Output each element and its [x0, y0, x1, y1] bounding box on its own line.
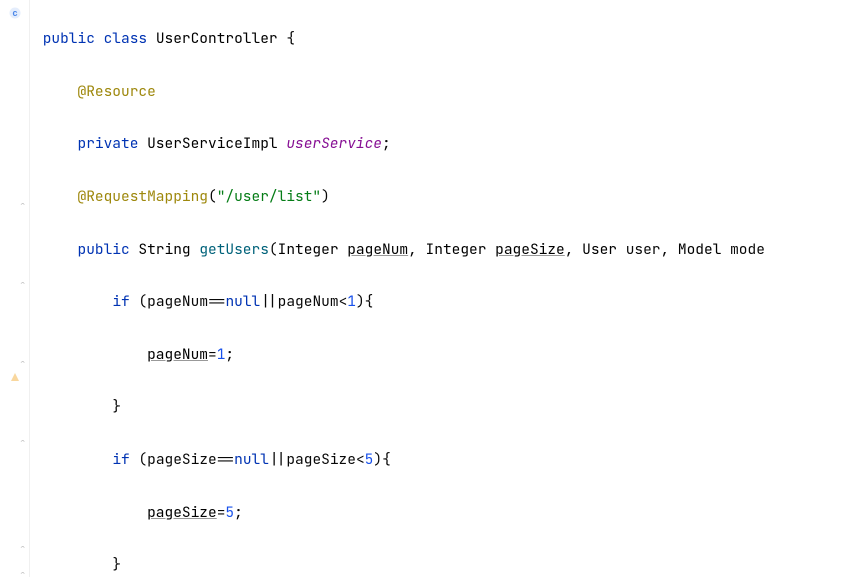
- fold-marker-icon[interactable]: ⌃: [20, 350, 28, 358]
- code-line[interactable]: public class UserController {: [34, 26, 860, 52]
- code-line[interactable]: if (pageSize==null||pageSize<5){: [34, 447, 860, 473]
- warning-icon[interactable]: [8, 370, 22, 384]
- code-line[interactable]: pageNum=1;: [34, 342, 860, 368]
- code-line[interactable]: pageSize=5;: [34, 500, 860, 526]
- class-icon: c: [8, 6, 22, 20]
- fold-marker-icon[interactable]: ⌃: [20, 535, 28, 543]
- editor-gutter[interactable]: c ⌃ ⌃ ⌃ ⌃ ⌃ ⌃: [0, 0, 30, 577]
- code-line[interactable]: }: [34, 552, 860, 577]
- code-line[interactable]: @RequestMapping("/user/list"): [34, 184, 860, 210]
- fold-marker-icon[interactable]: ⌃: [20, 561, 28, 569]
- fold-marker-icon[interactable]: ⌃: [20, 271, 28, 279]
- code-line[interactable]: private UserServiceImpl userService;: [34, 131, 860, 157]
- fold-marker-icon[interactable]: ⌃: [20, 192, 28, 200]
- svg-text:c: c: [12, 8, 17, 18]
- code-line[interactable]: if (pageNum==null||pageNum<1){: [34, 289, 860, 315]
- code-line[interactable]: public String getUsers(Integer pageNum, …: [34, 237, 860, 263]
- code-line[interactable]: }: [34, 394, 860, 420]
- code-line[interactable]: @Resource: [34, 79, 860, 105]
- code-editor[interactable]: public class UserController { @Resource …: [30, 0, 860, 577]
- fold-marker-icon[interactable]: ⌃: [20, 429, 28, 437]
